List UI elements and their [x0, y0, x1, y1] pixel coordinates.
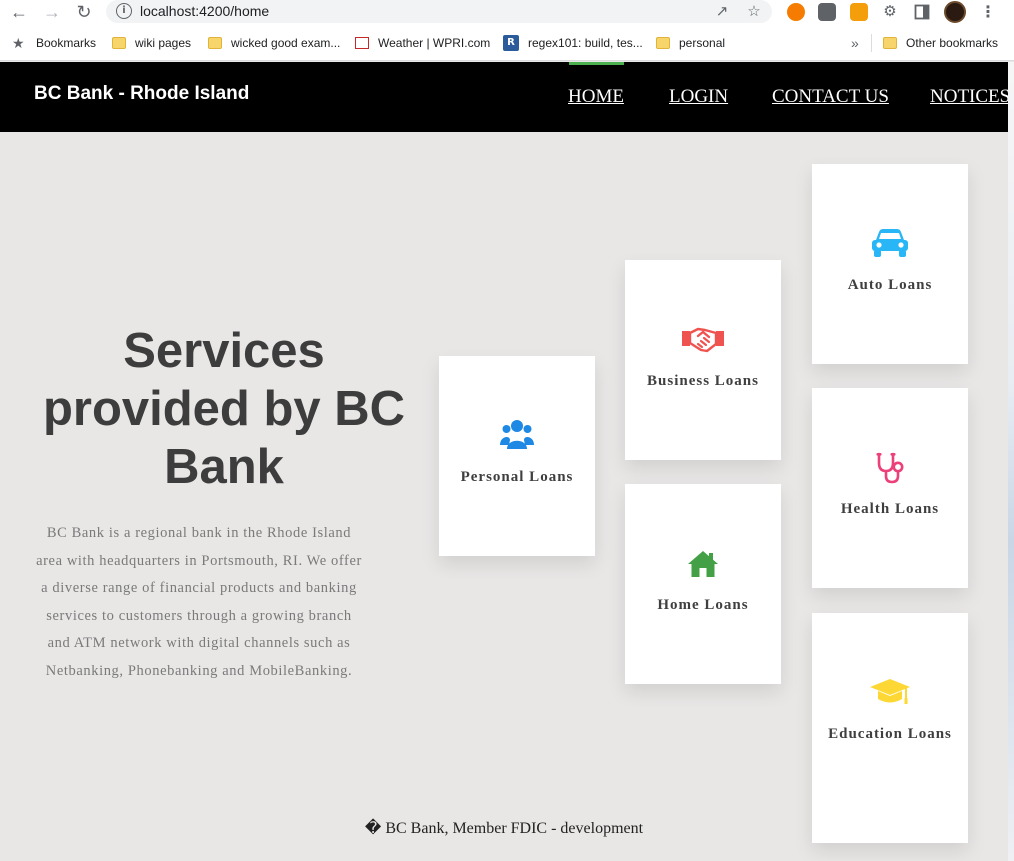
users-icon	[439, 418, 595, 450]
bookmark-label: personal	[679, 36, 726, 50]
forward-arrow-icon[interactable]: →	[40, 1, 64, 23]
hero-description: BC Bank is a regional bank in the Rhode …	[36, 525, 362, 679]
bookmark-item[interactable]: wicked good exam...	[208, 34, 340, 52]
bookmarks-divider	[871, 34, 872, 52]
side-panel-icon[interactable]	[910, 1, 934, 23]
extension-icon[interactable]	[818, 3, 836, 21]
service-label: Auto Loans	[847, 277, 933, 293]
bookmark-label: wiki pages	[135, 36, 192, 50]
bookmark-label: Weather | WPRI.com	[378, 36, 491, 50]
site-info-icon[interactable]: i	[116, 3, 132, 19]
active-nav-indicator	[569, 62, 624, 65]
nav-login-link[interactable]: LOGIN	[669, 85, 728, 109]
folder-icon	[208, 37, 222, 49]
bookmark-label: wicked good exam...	[231, 36, 341, 50]
service-label: Personal Loans	[460, 469, 574, 485]
folder-icon	[656, 37, 670, 49]
more-menu-icon[interactable]: ⋮	[980, 1, 996, 23]
car-icon	[812, 228, 968, 258]
service-card-business[interactable]: Business Loans	[625, 260, 781, 460]
browser-toolbar: ← → ↻ i localhost:4200/home ↗ ☆ ⚙ ⋮	[0, 0, 1014, 25]
bookmarks-bar: ★ Bookmarks wiki pages wicked good exam.…	[0, 25, 1014, 61]
bookmark-label: Bookmarks	[36, 36, 97, 50]
extension-icon[interactable]	[787, 3, 805, 21]
regex101-icon: R	[503, 35, 519, 51]
nav-notices-link[interactable]: NOTICES	[930, 85, 1010, 109]
nav-contact-link[interactable]: CONTACT US	[772, 85, 889, 109]
bookmark-item[interactable]: Weather | WPRI.com	[355, 34, 490, 52]
home-icon	[625, 550, 781, 578]
star-icon: ★	[12, 35, 25, 51]
back-arrow-icon[interactable]: ←	[7, 1, 31, 23]
service-label: Health Loans	[840, 501, 940, 517]
service-card-home[interactable]: Home Loans	[625, 484, 781, 684]
reload-icon[interactable]: ↻	[72, 1, 96, 23]
url-text[interactable]: localhost:4200/home	[140, 3, 269, 20]
share-icon[interactable]: ↗	[712, 2, 732, 22]
profile-avatar[interactable]	[944, 1, 966, 23]
wpri-icon	[355, 37, 369, 49]
handshake-icon	[625, 326, 781, 354]
footer-text: � BC Bank, Member FDIC - development	[364, 820, 644, 837]
other-bookmarks[interactable]: Other bookmarks	[883, 34, 998, 52]
site-navbar: BC Bank - Rhode Island HOME LOGIN CONTAC…	[0, 62, 1010, 132]
service-card-auto[interactable]: Auto Loans	[812, 164, 968, 364]
bookmark-item[interactable]: ★ Bookmarks	[12, 34, 96, 52]
address-bar[interactable]: i localhost:4200/home ↗ ☆	[106, 0, 772, 23]
page-title: Services provided by BC Bank	[42, 324, 406, 494]
bookmark-item[interactable]: wiki pages	[112, 34, 191, 52]
extension-icon[interactable]	[850, 3, 868, 21]
folder-icon	[883, 37, 897, 49]
service-label: Business Loans	[647, 373, 759, 389]
stethoscope-icon	[812, 452, 968, 484]
puzzle-icon[interactable]: ⚙	[878, 1, 902, 23]
bookmark-item[interactable]: personal	[656, 34, 725, 52]
bookmark-label: Other bookmarks	[906, 36, 999, 50]
bookmark-star-icon[interactable]: ☆	[744, 2, 764, 22]
graduation-cap-icon	[812, 677, 968, 707]
service-label: Education Loans	[828, 726, 952, 742]
bookmark-item[interactable]: R regex101: build, tes...	[503, 34, 643, 52]
folder-icon	[112, 37, 126, 49]
nav-home-link[interactable]: HOME	[568, 85, 624, 109]
window-edge	[1008, 62, 1014, 861]
service-card-personal[interactable]: Personal Loans	[439, 356, 595, 556]
service-label: Home Loans	[657, 597, 749, 613]
service-card-health[interactable]: Health Loans	[812, 388, 968, 588]
service-card-education[interactable]: Education Loans	[812, 613, 968, 843]
bookmarks-overflow-button[interactable]: »	[851, 34, 859, 52]
brand-logo[interactable]: BC Bank - Rhode Island	[34, 82, 249, 106]
bookmark-label: regex101: build, tes...	[528, 36, 643, 50]
